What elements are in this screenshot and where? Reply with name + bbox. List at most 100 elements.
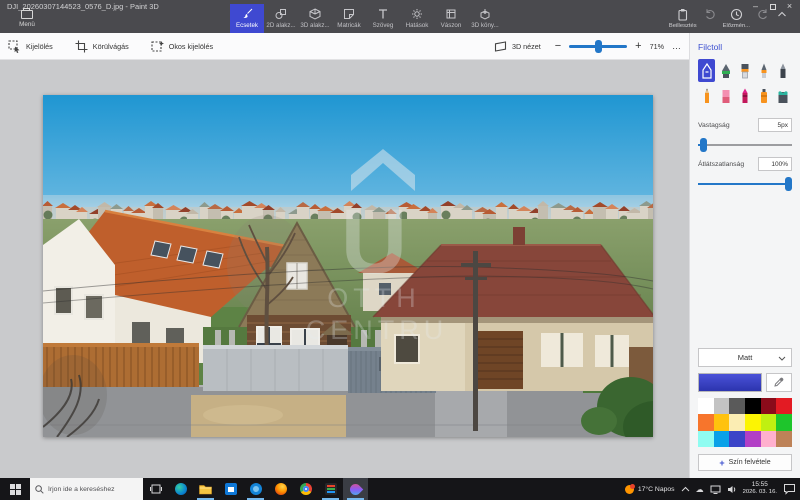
finish-dropdown[interactable]: Matt bbox=[698, 348, 792, 367]
zoom-in-button[interactable]: + bbox=[635, 40, 641, 52]
menu-button[interactable]: Menü bbox=[8, 10, 46, 32]
brush-spray-can[interactable] bbox=[756, 84, 773, 107]
palette-color[interactable] bbox=[729, 398, 745, 414]
palette-color[interactable] bbox=[776, 414, 792, 430]
taskbar-search[interactable]: Írjon ide a kereséshez bbox=[30, 478, 143, 500]
zoom-slider[interactable] bbox=[569, 45, 627, 48]
history-icon bbox=[730, 8, 743, 21]
taskbar-clock[interactable]: 15:55 2026. 03. 16. bbox=[743, 481, 777, 496]
brush-fill[interactable] bbox=[775, 84, 792, 107]
tab-2d-alakzatok[interactable]: 2D alakz... bbox=[264, 4, 298, 33]
palette-color[interactable] bbox=[729, 431, 745, 447]
palette-color[interactable] bbox=[761, 414, 777, 430]
magic-select-button[interactable]: Okos kijelölés bbox=[151, 40, 213, 53]
oil-brush-icon bbox=[738, 62, 752, 80]
tab-hatasok[interactable]: Hatások bbox=[400, 4, 434, 33]
zoom-out-button[interactable]: − bbox=[555, 40, 561, 52]
undo-button[interactable] bbox=[704, 8, 716, 28]
panel-title: Filctoll bbox=[698, 42, 792, 52]
tab-matricak[interactable]: Matricák bbox=[332, 4, 366, 33]
paste-button[interactable]: Beillesztés bbox=[669, 8, 697, 29]
tab-3d-alakzatok[interactable]: 3D alakz... bbox=[298, 4, 332, 33]
palette-color[interactable] bbox=[761, 398, 777, 414]
palette-color[interactable] bbox=[729, 414, 745, 430]
palette-color[interactable] bbox=[714, 431, 730, 447]
current-color-swatch[interactable] bbox=[698, 373, 762, 392]
taskbar-photos[interactable] bbox=[243, 478, 268, 500]
palette-color[interactable] bbox=[745, 398, 761, 414]
brush-pencil[interactable] bbox=[698, 84, 715, 107]
taskbar-apps bbox=[143, 478, 368, 500]
close-button[interactable]: × bbox=[782, 1, 797, 12]
palette-color[interactable] bbox=[776, 431, 792, 447]
brush-oil-brush[interactable] bbox=[736, 59, 753, 82]
tab-3d-konyvtar[interactable]: 3D köny... bbox=[468, 4, 502, 33]
svg-text:U: U bbox=[341, 191, 407, 293]
3d-shapes-icon bbox=[309, 8, 321, 20]
zoom-value[interactable]: 71% bbox=[650, 42, 664, 51]
taskbar-chrome[interactable] bbox=[293, 478, 318, 500]
crop-button[interactable]: Körülvágás bbox=[75, 40, 129, 53]
eyedropper-button[interactable] bbox=[766, 373, 792, 392]
palette-color[interactable] bbox=[745, 414, 761, 430]
taskbar-firefox[interactable] bbox=[268, 478, 293, 500]
weather-widget[interactable]: 17°C Napos bbox=[625, 485, 675, 494]
thickness-slider-handle[interactable] bbox=[700, 138, 707, 152]
opacity-slider-handle[interactable] bbox=[785, 177, 792, 191]
palette-color[interactable] bbox=[698, 431, 714, 447]
windows-taskbar: Írjon ide a kereséshez bbox=[0, 478, 800, 500]
brush-pixel-pen[interactable] bbox=[775, 59, 792, 82]
maximize-button[interactable] bbox=[765, 1, 780, 12]
taskbar-office[interactable] bbox=[318, 478, 343, 500]
tray-chevron-up-icon[interactable] bbox=[681, 486, 690, 492]
task-view-button[interactable] bbox=[143, 478, 168, 500]
taskbar-paint3d[interactable] bbox=[343, 478, 368, 500]
more-options-button[interactable]: … bbox=[672, 41, 681, 51]
menu-icon bbox=[21, 10, 33, 19]
opacity-value[interactable]: 100% bbox=[758, 157, 792, 171]
brush-eraser[interactable] bbox=[717, 84, 734, 107]
tab-szoveg[interactable]: Szöveg bbox=[366, 4, 400, 33]
opacity-slider[interactable] bbox=[698, 183, 792, 185]
thickness-slider[interactable] bbox=[698, 144, 792, 146]
palette-color[interactable] bbox=[698, 414, 714, 430]
marker-icon bbox=[700, 62, 714, 80]
palette-color[interactable] bbox=[698, 398, 714, 414]
opacity-label: Átlátszatlanság bbox=[698, 161, 744, 168]
brush-marker[interactable] bbox=[698, 59, 715, 82]
brush-crayon[interactable] bbox=[736, 84, 753, 107]
brush-calligraphy-pen[interactable] bbox=[717, 59, 734, 82]
palette-color[interactable] bbox=[761, 431, 777, 447]
palette-color[interactable] bbox=[776, 398, 792, 414]
select-icon bbox=[8, 40, 21, 53]
tab-vaszon[interactable]: Vászon bbox=[434, 4, 468, 33]
photo-canvas[interactable]: U OTTH CENTRU bbox=[43, 95, 653, 437]
taskbar-file-explorer[interactable] bbox=[193, 478, 218, 500]
volume-icon[interactable] bbox=[727, 485, 737, 494]
tab-ecsetek[interactable]: Ecsetek bbox=[230, 4, 264, 33]
palette-color[interactable] bbox=[714, 414, 730, 430]
palette-color[interactable] bbox=[714, 398, 730, 414]
window-controls: – × bbox=[748, 1, 797, 12]
start-button[interactable] bbox=[0, 478, 30, 500]
zoom-slider-handle[interactable] bbox=[595, 40, 602, 53]
task-view-icon bbox=[150, 483, 162, 495]
network-icon[interactable] bbox=[710, 485, 721, 494]
taskbar-store[interactable] bbox=[218, 478, 243, 500]
brush-watercolor[interactable] bbox=[756, 59, 773, 82]
select-button[interactable]: Kijelölés bbox=[8, 40, 53, 53]
onedrive-cloud-icon[interactable]: ☁ bbox=[696, 485, 704, 494]
history-button[interactable]: Előzmén... bbox=[723, 8, 750, 29]
thickness-value[interactable]: 5px bbox=[758, 118, 792, 132]
add-color-button[interactable]: + Szín felvétele bbox=[698, 454, 792, 471]
3d-view-button[interactable]: 3D nézet bbox=[494, 41, 541, 52]
3d-view-icon bbox=[494, 41, 507, 52]
palette-color[interactable] bbox=[745, 431, 761, 447]
svg-text:OTTH: OTTH bbox=[327, 283, 421, 313]
color-palette bbox=[698, 398, 792, 447]
windows-logo-icon bbox=[10, 484, 21, 495]
weather-text: 17°C Napos bbox=[638, 486, 675, 493]
minimize-button[interactable]: – bbox=[748, 1, 763, 12]
taskbar-edge[interactable] bbox=[168, 478, 193, 500]
notification-center-icon[interactable] bbox=[783, 483, 796, 495]
